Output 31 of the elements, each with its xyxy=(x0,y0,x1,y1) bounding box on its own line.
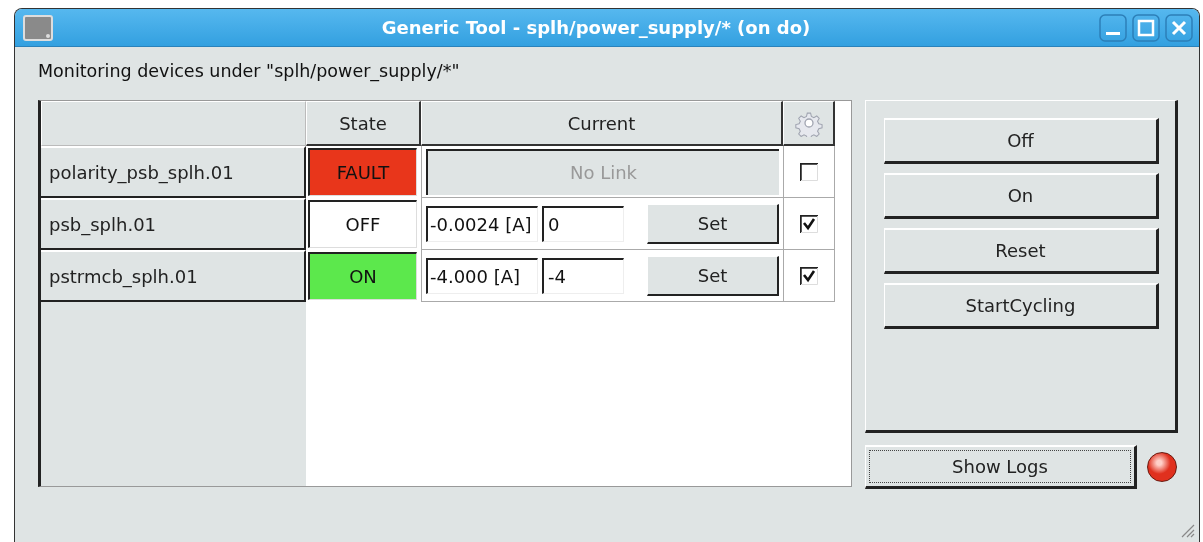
state-indicator: ON xyxy=(308,252,417,300)
column-header: State xyxy=(306,101,421,146)
gear-icon[interactable] xyxy=(794,109,823,137)
window-icon xyxy=(23,14,53,41)
setpoint-field[interactable]: -4 xyxy=(542,257,624,294)
maximize-icon[interactable] xyxy=(1132,13,1160,42)
set-button[interactable]: Set xyxy=(647,203,779,244)
set-button[interactable]: Set xyxy=(647,255,779,296)
show-logs-button[interactable]: Show Logs xyxy=(865,445,1137,489)
close-icon[interactable] xyxy=(1165,13,1193,42)
action-button[interactable]: Off xyxy=(884,118,1159,164)
checkbox[interactable] xyxy=(800,162,818,181)
current-reading: -4.000 [A] xyxy=(426,257,538,294)
caption-text: Monitoring devices under "splh/power_supply/*" xyxy=(38,61,461,84)
state-indicator: FAULT xyxy=(308,148,417,196)
device-name: pstrmcb_splh.01 xyxy=(41,250,306,302)
column-header: Current xyxy=(421,101,783,146)
window-title: Generic Tool - splh/power_supply/* (on do) xyxy=(380,17,812,38)
device-name: psb_splh.01 xyxy=(41,198,306,250)
checkbox[interactable] xyxy=(800,266,818,285)
action-button[interactable]: StartCycling xyxy=(884,283,1159,329)
state-indicator: OFF xyxy=(308,200,417,248)
device-name: polarity_psb_splh.01 xyxy=(41,146,306,198)
current-reading: -0.0024 [A] xyxy=(426,205,538,242)
minimize-icon[interactable] xyxy=(1099,13,1127,42)
action-button[interactable]: Reset xyxy=(884,228,1159,274)
action-button[interactable]: On xyxy=(884,173,1159,219)
resize-grip-icon[interactable] xyxy=(1179,522,1195,538)
setpoint-field[interactable]: 0 xyxy=(542,205,624,242)
no-link-indicator: No Link xyxy=(426,148,779,195)
checkbox[interactable] xyxy=(800,214,818,233)
